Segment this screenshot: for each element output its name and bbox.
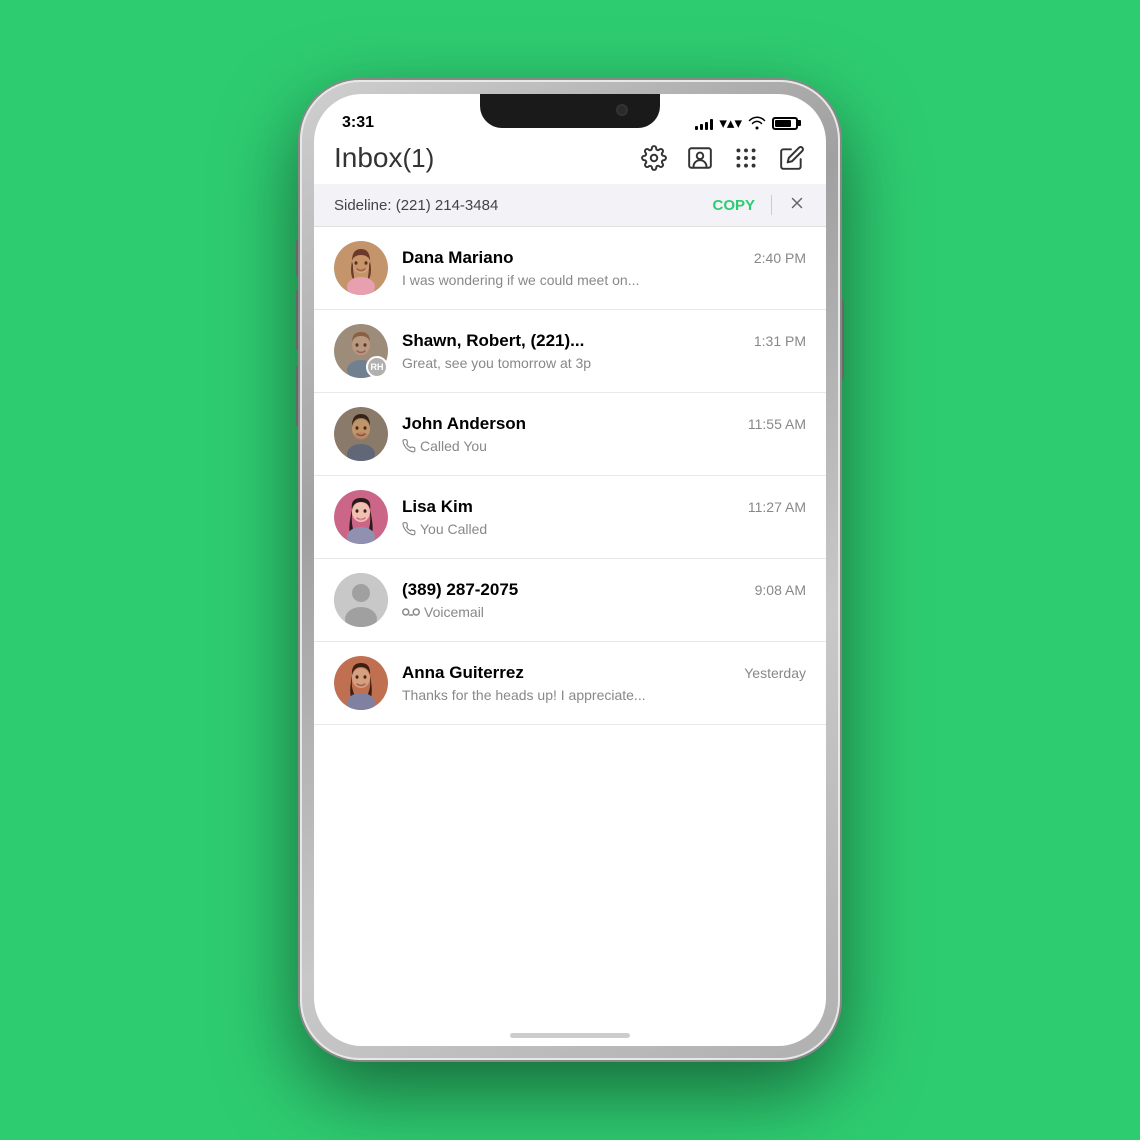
avatar-john <box>334 407 388 461</box>
message-time: 11:27 AM <box>748 499 806 515</box>
conversation-content: Anna Guiterrez Yesterday Thanks for the … <box>402 663 806 703</box>
wifi-icon: ▾▴▾ <box>719 114 742 132</box>
avatar-anna <box>334 656 388 710</box>
keypad-icon[interactable] <box>732 144 760 172</box>
conversation-item-lisa[interactable]: Lisa Kim 11:27 AM You Called <box>314 476 826 559</box>
app-header: Inbox(1) <box>314 138 826 184</box>
message-preview: Great, see you tomorrow at 3p <box>402 355 806 371</box>
conversation-content: (389) 287-2075 9:08 AM Voicemail <box>402 580 806 620</box>
contact-name: Lisa Kim <box>402 497 473 517</box>
conversation-item-anna[interactable]: Anna Guiterrez Yesterday Thanks for the … <box>314 642 826 725</box>
phone-icon <box>402 522 416 536</box>
phone-icon <box>402 439 416 453</box>
sideline-actions: COPY <box>712 194 806 216</box>
conversation-item-unknown[interactable]: (389) 287-2075 9:08 AM Voicemail <box>314 559 826 642</box>
header-icons <box>640 144 806 172</box>
avatar-wrap <box>334 241 388 295</box>
avatar-wrap: RH <box>334 324 388 378</box>
group-badge: RH <box>366 356 388 378</box>
conversation-item-dana[interactable]: Dana Mariano 2:40 PM I was wondering if … <box>314 227 826 310</box>
home-indicator <box>510 1033 630 1038</box>
copy-button[interactable]: COPY <box>712 197 755 214</box>
message-time: 1:31 PM <box>754 333 806 349</box>
conversation-item-john[interactable]: John Anderson 11:55 AM Called You <box>314 393 826 476</box>
settings-icon[interactable] <box>640 144 668 172</box>
status-time: 3:31 <box>342 114 374 132</box>
contact-name: Anna Guiterrez <box>402 663 524 683</box>
message-time: 9:08 AM <box>755 582 806 598</box>
contact-name: (389) 287-2075 <box>402 580 518 600</box>
call-preview: You Called <box>402 521 806 537</box>
vertical-divider <box>771 195 772 215</box>
power-button <box>840 300 844 380</box>
voicemail-preview: Voicemail <box>402 604 806 620</box>
contact-name: John Anderson <box>402 414 526 434</box>
avatar-unknown <box>334 573 388 627</box>
front-camera <box>616 104 628 116</box>
page-title: Inbox(1) <box>334 142 434 174</box>
voicemail-icon <box>402 605 420 619</box>
notch <box>480 94 660 128</box>
avatar-lisa <box>334 490 388 544</box>
message-preview: I was wondering if we could meet on... <box>402 272 806 288</box>
conversation-content: Shawn, Robert, (221)... 1:31 PM Great, s… <box>402 331 806 371</box>
battery-icon <box>772 117 798 130</box>
conversation-item-shawn[interactable]: RH Shawn, Robert, (221)... 1:31 PM Great… <box>314 310 826 393</box>
call-preview: Called You <box>402 438 806 454</box>
avatar-wrap <box>334 573 388 627</box>
avatar-wrap <box>334 656 388 710</box>
message-time: Yesterday <box>744 665 806 681</box>
message-time: 2:40 PM <box>754 250 806 266</box>
message-preview: Thanks for the heads up! I appreciate... <box>402 687 806 703</box>
conversation-content: Lisa Kim 11:27 AM You Called <box>402 497 806 537</box>
phone-frame: 3:31 ▾▴▾ <box>300 80 840 1060</box>
close-button[interactable] <box>788 194 806 216</box>
wifi-icon <box>748 116 766 130</box>
conversation-content: John Anderson 11:55 AM Called You <box>402 414 806 454</box>
sideline-number: Sideline: (221) 214-3484 <box>334 197 498 214</box>
phone-screen: 3:31 ▾▴▾ <box>314 94 826 1046</box>
compose-icon[interactable] <box>778 144 806 172</box>
conversation-content: Dana Mariano 2:40 PM I was wondering if … <box>402 248 806 288</box>
sideline-banner: Sideline: (221) 214-3484 COPY <box>314 184 826 227</box>
contacts-icon[interactable] <box>686 144 714 172</box>
avatar-dana <box>334 241 388 295</box>
app-background: 3:31 ▾▴▾ <box>0 0 1140 1140</box>
contact-name: Dana Mariano <box>402 248 513 268</box>
avatar-wrap <box>334 407 388 461</box>
signal-icon <box>695 116 713 130</box>
avatar-wrap <box>334 490 388 544</box>
phone-wrapper: 3:31 ▾▴▾ <box>300 80 840 1060</box>
message-time: 11:55 AM <box>748 416 806 432</box>
status-icons: ▾▴▾ <box>695 114 798 132</box>
contact-name: Shawn, Robert, (221)... <box>402 331 584 351</box>
conversation-list: Dana Mariano 2:40 PM I was wondering if … <box>314 227 826 725</box>
